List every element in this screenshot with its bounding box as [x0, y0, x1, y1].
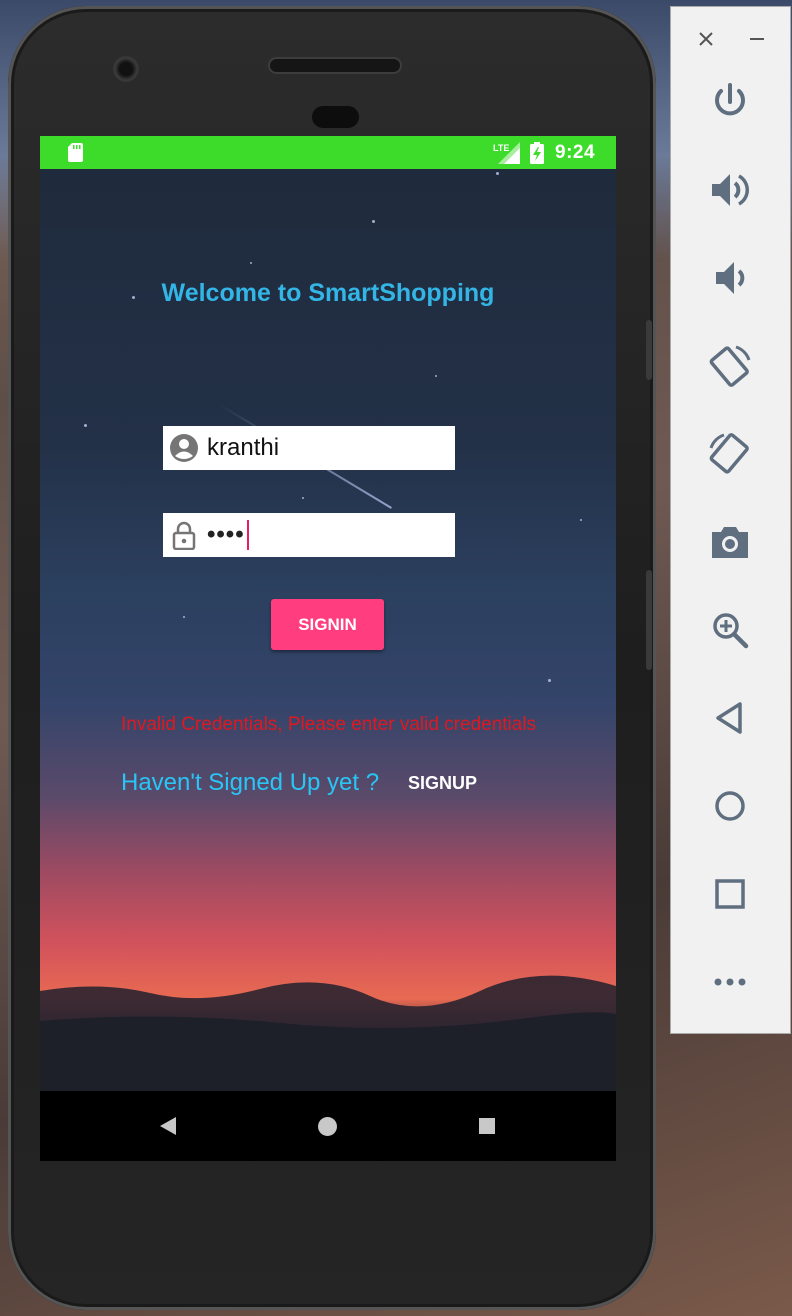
phone-screen: LTE 9:24 Welcome to SmartShopping kranth… [40, 136, 616, 1161]
password-input[interactable]: •••• [207, 521, 245, 549]
front-camera [113, 56, 139, 82]
overview-button[interactable] [701, 865, 759, 923]
power-icon [715, 83, 745, 116]
rotate-right-icon [709, 433, 749, 474]
nav-home-icon[interactable] [318, 1117, 337, 1136]
camera-icon [712, 527, 748, 558]
svg-text:LTE: LTE [493, 143, 509, 153]
sd-card-icon [68, 143, 83, 162]
text-cursor [246, 520, 249, 550]
username-input[interactable] [207, 434, 437, 462]
more-button[interactable] [701, 953, 759, 1011]
volume-up-button[interactable] [701, 161, 759, 219]
back-icon [716, 702, 742, 734]
rotate-right-button[interactable] [701, 425, 759, 483]
navigation-bar [40, 1091, 616, 1161]
home-icon [715, 791, 745, 821]
screenshot-button[interactable] [701, 513, 759, 571]
toolbar-window-controls [671, 21, 790, 51]
volume-down-button[interactable] [701, 249, 759, 307]
lte-signal-icon: LTE [493, 142, 520, 164]
login-screen: Welcome to SmartShopping •••• SIGNIN Inv… [40, 169, 616, 1091]
minimize-icon[interactable] [749, 31, 765, 47]
volume-down-icon [716, 262, 745, 294]
more-icon [714, 978, 746, 986]
username-field[interactable] [163, 426, 455, 470]
power-button[interactable] [701, 73, 759, 131]
lock-icon [172, 521, 196, 550]
home-button[interactable] [701, 777, 759, 835]
account-circle-icon [170, 434, 198, 462]
page-title: Welcome to SmartShopping [161, 279, 495, 307]
status-bar: LTE 9:24 [40, 136, 616, 169]
status-clock: 9:24 [555, 142, 596, 163]
phone-side-button [646, 320, 652, 380]
close-icon[interactable] [698, 31, 714, 47]
zoom-icon [713, 613, 749, 649]
error-message: Invalid Credentials, Please enter valid … [121, 714, 537, 735]
earpiece-speaker [270, 59, 400, 72]
proximity-sensor [312, 106, 359, 128]
signin-button[interactable]: SIGNIN [271, 599, 384, 650]
nav-overview-icon[interactable] [479, 1118, 495, 1134]
back-button[interactable] [701, 689, 759, 747]
nav-back-icon[interactable] [159, 1117, 177, 1135]
battery-charging-icon [530, 142, 544, 164]
signup-prompt: Haven't Signed Up yet ? [121, 769, 380, 796]
volume-up-icon [712, 174, 749, 206]
overview-icon [715, 879, 745, 909]
phone-volume-button [646, 570, 652, 670]
signup-button[interactable]: SIGNUP [408, 773, 477, 794]
rotate-left-button[interactable] [701, 337, 759, 395]
zoom-button[interactable] [701, 601, 759, 659]
emulator-toolbar [670, 6, 791, 1034]
horizon-silhouette [40, 975, 616, 1091]
password-field[interactable]: •••• [163, 513, 455, 557]
rotate-left-icon [709, 345, 751, 387]
